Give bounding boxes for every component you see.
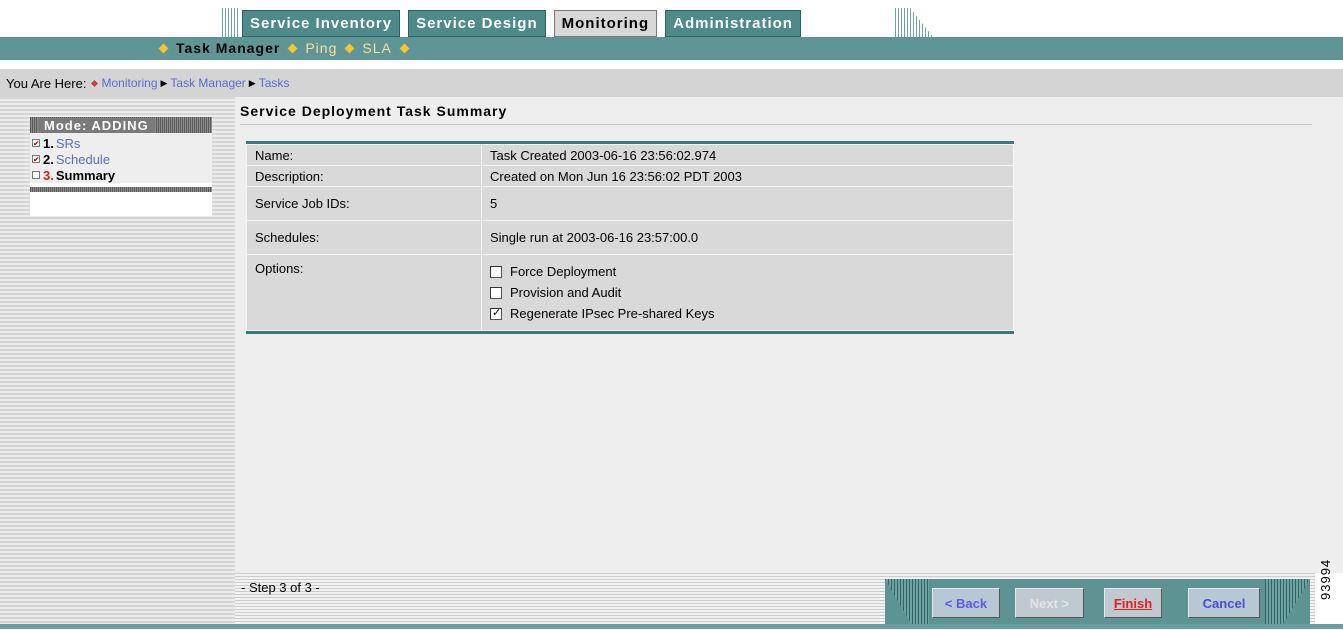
step-number: 1.: [43, 135, 54, 151]
wizard-steps: ✔ 1. SRs ✔ 2. Schedule 3. Summary: [30, 133, 212, 183]
tab-decoration-right: [895, 8, 933, 37]
step-link-schedule[interactable]: Schedule: [56, 152, 110, 167]
title-divider: [240, 124, 1312, 125]
empty-box-icon: [32, 171, 40, 179]
summary-row-options: Options: Force Deployment Provision and …: [246, 254, 1014, 331]
main-content: Service Deployment Task Summary Name: Ta…: [235, 97, 1343, 573]
summary-table: Name: Task Created 2003-06-16 23:56:02.9…: [246, 141, 1014, 334]
tab-service-inventory[interactable]: Service Inventory: [240, 8, 403, 37]
wizard-step-summary: 3. Summary: [32, 167, 212, 183]
job-ids-label: Service Job IDs:: [246, 186, 482, 221]
wizard-step-srs[interactable]: ✔ 1. SRs: [32, 135, 212, 151]
schedules-label: Schedules:: [246, 220, 482, 255]
footer-sidebar-stripe: [0, 573, 235, 624]
breadcrumb-tasks[interactable]: Tasks: [259, 76, 290, 90]
breadcrumb-prefix: You Are Here:: [6, 75, 87, 91]
check-icon: ✔: [32, 155, 40, 164]
name-value: Task Created 2003-06-16 23:56:02.974: [481, 144, 1014, 166]
mode-label: Mode: ADDING: [38, 117, 155, 133]
options-label: Options:: [246, 254, 482, 331]
step-number: 2.: [43, 151, 54, 167]
top-tab-bar: Service Inventory Service Design Monitor…: [0, 0, 1343, 37]
tab-monitoring[interactable]: Monitoring: [551, 8, 660, 37]
option-provision-audit: Provision and Audit: [490, 282, 1005, 303]
tab-decoration-left: [222, 8, 240, 37]
main-tabs: Service Inventory Service Design Monitor…: [240, 8, 803, 37]
subnav-sla[interactable]: SLA: [362, 40, 391, 56]
summary-row-description: Description: Created on Mon Jun 16 23:56…: [246, 165, 1014, 187]
sidebar: Mode: ADDING ✔ 1. SRs ✔ 2. Schedule 3. S…: [0, 97, 235, 624]
diamond-bullet-icon: [158, 43, 169, 53]
diamond-bullet-icon: [287, 43, 298, 53]
footer-bar: - Step 3 of 3 - < Back Next > Finish Can…: [235, 573, 1315, 624]
option-force-deployment: Force Deployment: [490, 261, 1005, 282]
tab-service-design[interactable]: Service Design: [406, 8, 548, 37]
mode-box: Mode: ADDING ✔ 1. SRs ✔ 2. Schedule 3. S…: [30, 117, 212, 216]
step-number: 3.: [43, 167, 54, 183]
page-title: Service Deployment Task Summary: [240, 103, 508, 119]
summary-row-schedules: Schedules: Single run at 2003-06-16 23:5…: [246, 220, 1014, 255]
next-button[interactable]: Next >: [1015, 588, 1084, 618]
provision-audit-label: Provision and Audit: [510, 285, 622, 300]
breadcrumb: You Are Here: Monitoring ▶ Task Manager …: [0, 69, 1343, 97]
regenerate-keys-checkbox[interactable]: [490, 306, 502, 320]
sub-navigation: Task Manager Ping SLA: [0, 37, 1343, 60]
step-link-srs[interactable]: SRs: [56, 136, 81, 151]
provision-audit-checkbox[interactable]: [490, 286, 502, 299]
figure-id: 93994: [1318, 558, 1333, 600]
back-button[interactable]: < Back: [932, 588, 1000, 618]
diamond-bullet-icon: [399, 43, 410, 53]
subnav-task-manager[interactable]: Task Manager: [176, 40, 280, 56]
tab-administration[interactable]: Administration: [663, 8, 803, 37]
wizard-step-schedule[interactable]: ✔ 2. Schedule: [32, 151, 212, 167]
description-label: Description:: [246, 165, 482, 187]
job-ids-value: 5: [481, 186, 1014, 221]
check-icon: ✔: [32, 139, 40, 148]
summary-row-job-ids: Service Job IDs: 5: [246, 186, 1014, 221]
summary-row-name: Name: Task Created 2003-06-16 23:56:02.9…: [246, 144, 1014, 166]
name-label: Name:: [246, 144, 482, 166]
red-diamond-icon: [91, 79, 99, 87]
cancel-button[interactable]: Cancel: [1188, 588, 1260, 618]
breadcrumb-monitoring[interactable]: Monitoring: [101, 76, 157, 90]
wizard-footer: - Step 3 of 3 - < Back Next > Finish Can…: [0, 573, 1343, 630]
mode-footer: [30, 187, 212, 192]
diamond-bullet-icon: [344, 43, 355, 53]
breadcrumb-arrow-icon: ▶: [160, 77, 168, 88]
breadcrumb-task-manager[interactable]: Task Manager: [170, 76, 245, 90]
options-list: Force Deployment Provision and Audit Reg…: [481, 254, 1014, 331]
breadcrumb-arrow-icon: ▶: [248, 77, 256, 88]
schedules-value: Single run at 2003-06-16 23:57:00.0: [481, 220, 1014, 255]
finish-button[interactable]: Finish: [1104, 588, 1162, 618]
force-deployment-label: Force Deployment: [510, 264, 617, 279]
footer-divider: [0, 624, 1343, 629]
description-value: Created on Mon Jun 16 23:56:02 PDT 2003: [481, 165, 1014, 187]
regenerate-keys-label: Regenerate IPsec Pre-shared Keys: [510, 306, 715, 321]
mode-header: Mode: ADDING: [30, 117, 212, 133]
option-regenerate-keys: Regenerate IPsec Pre-shared Keys: [490, 303, 1005, 324]
step-label-summary: Summary: [55, 167, 116, 183]
force-deployment-checkbox[interactable]: [490, 265, 502, 278]
subnav-ping[interactable]: Ping: [305, 40, 337, 56]
step-indicator: - Step 3 of 3 -: [241, 580, 320, 595]
